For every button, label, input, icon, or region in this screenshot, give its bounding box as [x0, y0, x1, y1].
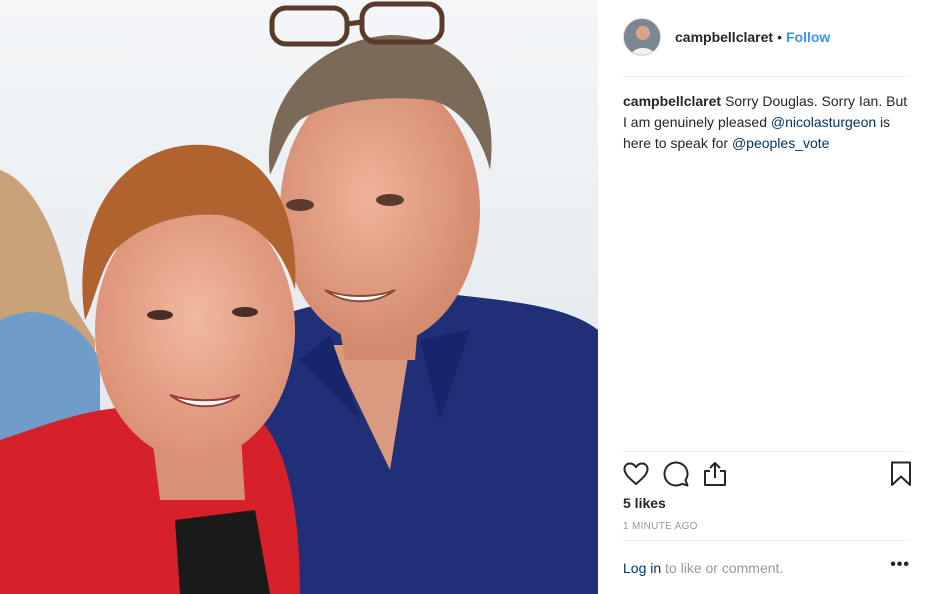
- heart-icon: [623, 462, 649, 486]
- comment-bubble-icon: [663, 461, 689, 487]
- follow-button[interactable]: Follow: [786, 29, 830, 45]
- selfie-illustration: [0, 0, 598, 594]
- caption-username[interactable]: campbellclaret: [623, 93, 721, 109]
- login-prompt-text: to like or comment.: [661, 560, 784, 576]
- bookmark-icon: [891, 461, 911, 486]
- like-button[interactable]: [622, 460, 650, 488]
- header-divider: [623, 76, 910, 77]
- post-caption: campbellclaret Sorry Douglas. Sorry Ian. …: [623, 91, 913, 154]
- comment-button[interactable]: [662, 460, 690, 488]
- instagram-post: campbellclaret • Follow campbellclaret So…: [0, 0, 931, 594]
- login-divider: [623, 540, 910, 541]
- more-options-button[interactable]: •••: [890, 556, 910, 574]
- post-actions: [623, 460, 913, 488]
- login-prompt: Log in to like or comment. •••: [623, 556, 910, 576]
- share-upload-icon: [704, 462, 726, 486]
- post-header: campbellclaret • Follow: [623, 18, 830, 56]
- post-photo[interactable]: [0, 0, 598, 594]
- post-side-panel: campbellclaret • Follow campbellclaret So…: [598, 0, 931, 594]
- mention-peoples-vote[interactable]: @peoples_vote: [732, 135, 830, 151]
- save-button[interactable]: [887, 460, 915, 488]
- header-separator: •: [777, 29, 782, 45]
- login-link[interactable]: Log in: [623, 560, 661, 576]
- share-button[interactable]: [701, 460, 729, 488]
- avatar[interactable]: [623, 18, 661, 56]
- actions-divider: [623, 451, 910, 452]
- mention-nicolasturgeon[interactable]: @nicolasturgeon: [771, 114, 876, 130]
- header-username[interactable]: campbellclaret: [675, 29, 773, 45]
- post-timestamp[interactable]: 1 MINUTE AGO: [623, 521, 698, 532]
- avatar-icon: [624, 19, 660, 55]
- likes-count[interactable]: 5 likes: [623, 495, 666, 511]
